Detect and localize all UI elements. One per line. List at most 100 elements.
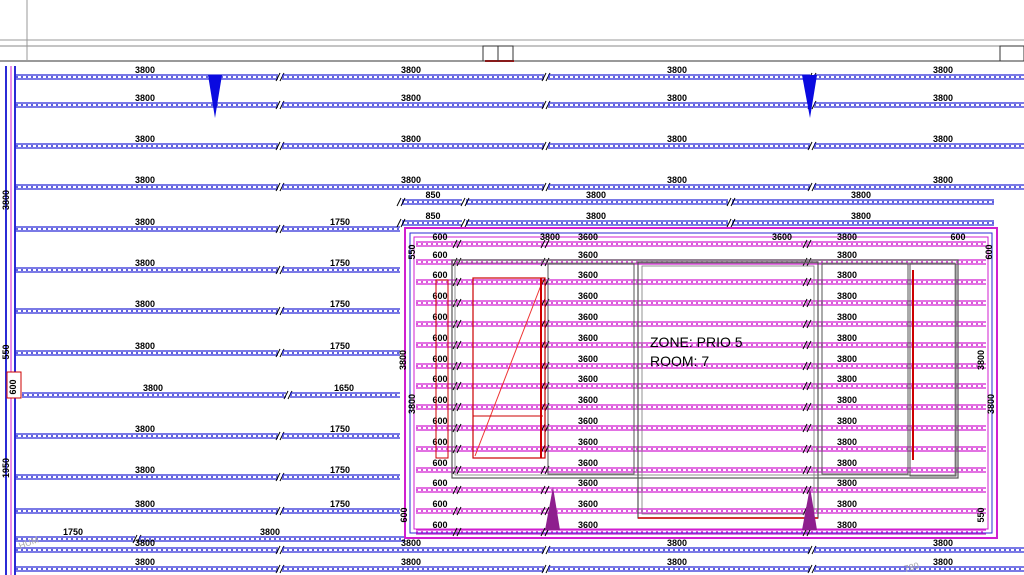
left-wall: [5, 66, 22, 575]
dimension-label: 600: [432, 437, 447, 447]
joist-beam: [466, 220, 728, 226]
room-joist-beam: [416, 279, 986, 285]
dimension-label: 3800: [135, 299, 155, 309]
dimension-label: 3600: [578, 416, 598, 426]
dimension-label: 600: [432, 374, 447, 384]
joist-beam: [16, 102, 278, 108]
dimension-label: 3800: [135, 557, 155, 567]
dimension-label: 1750: [330, 299, 350, 309]
dimension-label: 3600: [578, 478, 598, 488]
vertical-dimension-label: 3800: [1, 190, 11, 210]
joist-beam: [548, 566, 810, 572]
blue-marker-left: [208, 75, 222, 118]
dimension-label: 3800: [135, 134, 155, 144]
dimension-label: 600: [432, 312, 447, 322]
dimension-label: 3800: [837, 250, 857, 260]
dimension-label: 3800: [667, 134, 687, 144]
joist-beam: [16, 184, 278, 190]
dimension-label: 3800: [401, 175, 421, 185]
dimension-label: 3800: [135, 499, 155, 509]
joist-beam: [814, 547, 1024, 553]
blue-marker-right: [802, 75, 817, 118]
joist-beam: [16, 508, 278, 514]
joist-beam: [16, 474, 278, 480]
joist-beam: [282, 547, 544, 553]
dimension-label: 1650: [334, 383, 354, 393]
joist-beam: [16, 547, 278, 553]
dimension-label: 3800: [837, 312, 857, 322]
joist-beam: [16, 226, 278, 232]
dimension-label: 600: [432, 478, 447, 488]
joist-beam: [282, 184, 544, 190]
dimension-label: 3800: [837, 499, 857, 509]
joist-beam: [22, 392, 286, 398]
dimension-label: 3800: [851, 190, 871, 200]
joist-beam: [732, 220, 994, 226]
joist-beam: [282, 226, 400, 232]
dimension-label: 3800: [837, 333, 857, 343]
dimension-label: 600: [432, 499, 447, 509]
dimension-label: 3800: [837, 478, 857, 488]
dimension-label: 3800: [135, 341, 155, 351]
dimension-label: 3800: [401, 93, 421, 103]
room-joist-beam: [416, 404, 986, 410]
dimension-label: 600: [432, 416, 447, 426]
vertical-dimension-label: 600: [984, 244, 994, 259]
vertical-dimension-label: 550: [976, 507, 986, 522]
dimension-label: 3800: [135, 424, 155, 434]
dimension-label: 3800: [837, 232, 857, 242]
dimension-label: 600: [432, 333, 447, 343]
dimension-label: 1750: [330, 341, 350, 351]
dimension-label: 3600: [772, 232, 792, 242]
dimension-label: 1750: [330, 499, 350, 509]
dimension-label: 1750: [330, 258, 350, 268]
joist-beam: [16, 433, 278, 439]
dimension-label: 3800: [401, 538, 421, 548]
top-wall-edge: [0, 0, 1024, 62]
dimension-label: 3800: [135, 65, 155, 75]
dimension-label: 1750: [63, 527, 83, 537]
vertical-dimension-label: 3800: [407, 394, 417, 414]
left-joist-rows: 3800 3800 3800 3800 3800 3800 3800 3800 3800 3800…: [16, 65, 1024, 544]
dimension-label: 3600: [578, 395, 598, 405]
dimension-label: 3800: [586, 190, 606, 200]
dimension-label: 600: [432, 270, 447, 280]
dimension-label: 850: [425, 211, 440, 221]
vertical-dimension-label: 3800: [976, 350, 986, 370]
room-joist-beam: [416, 241, 986, 247]
dimension-label: 3800: [667, 557, 687, 567]
dimension-label: 3600: [578, 437, 598, 447]
vertical-dimension-label: 3800: [398, 350, 408, 370]
dimension-label: 3800: [135, 217, 155, 227]
dimension-label: 3600: [578, 354, 598, 364]
bottom-joist-rows: 3800 3800 3800 3800 3800 3800 3800 3800: [16, 538, 1024, 574]
dimension-label: 3600: [578, 374, 598, 384]
room-fixtures: [435, 259, 959, 519]
room-joist-beam: [416, 321, 986, 327]
dimension-label: 3600: [578, 270, 598, 280]
joist-beam: [16, 350, 278, 356]
joist-beam: [814, 143, 1024, 149]
dimension-label: 1750: [330, 424, 350, 434]
room-joist-beam: [416, 508, 986, 514]
dimension-label: 3800: [586, 211, 606, 221]
dimension-label: 3800: [933, 65, 953, 75]
joist-beam: [732, 199, 994, 205]
joist-beam: [466, 199, 728, 205]
joist-beam: [290, 392, 400, 398]
room-joist-beam: [416, 487, 986, 493]
dimension-label: 850: [425, 190, 440, 200]
dimension-label: 600: [432, 291, 447, 301]
dimension-label: 3800: [837, 291, 857, 301]
joist-beam: [16, 74, 278, 80]
dimension-label: 600: [432, 520, 447, 530]
room-joist-beam: [416, 467, 986, 473]
dimension-label: 1750: [330, 217, 350, 227]
dimension-label: 3800: [837, 520, 857, 530]
joist-beam: [282, 350, 400, 356]
joist-beam: [814, 74, 1024, 80]
joist-beam: [282, 267, 400, 273]
bottom-right-label: 780: [903, 560, 920, 574]
joist-beam: [139, 536, 405, 542]
dimension-label: 3800: [135, 538, 155, 548]
